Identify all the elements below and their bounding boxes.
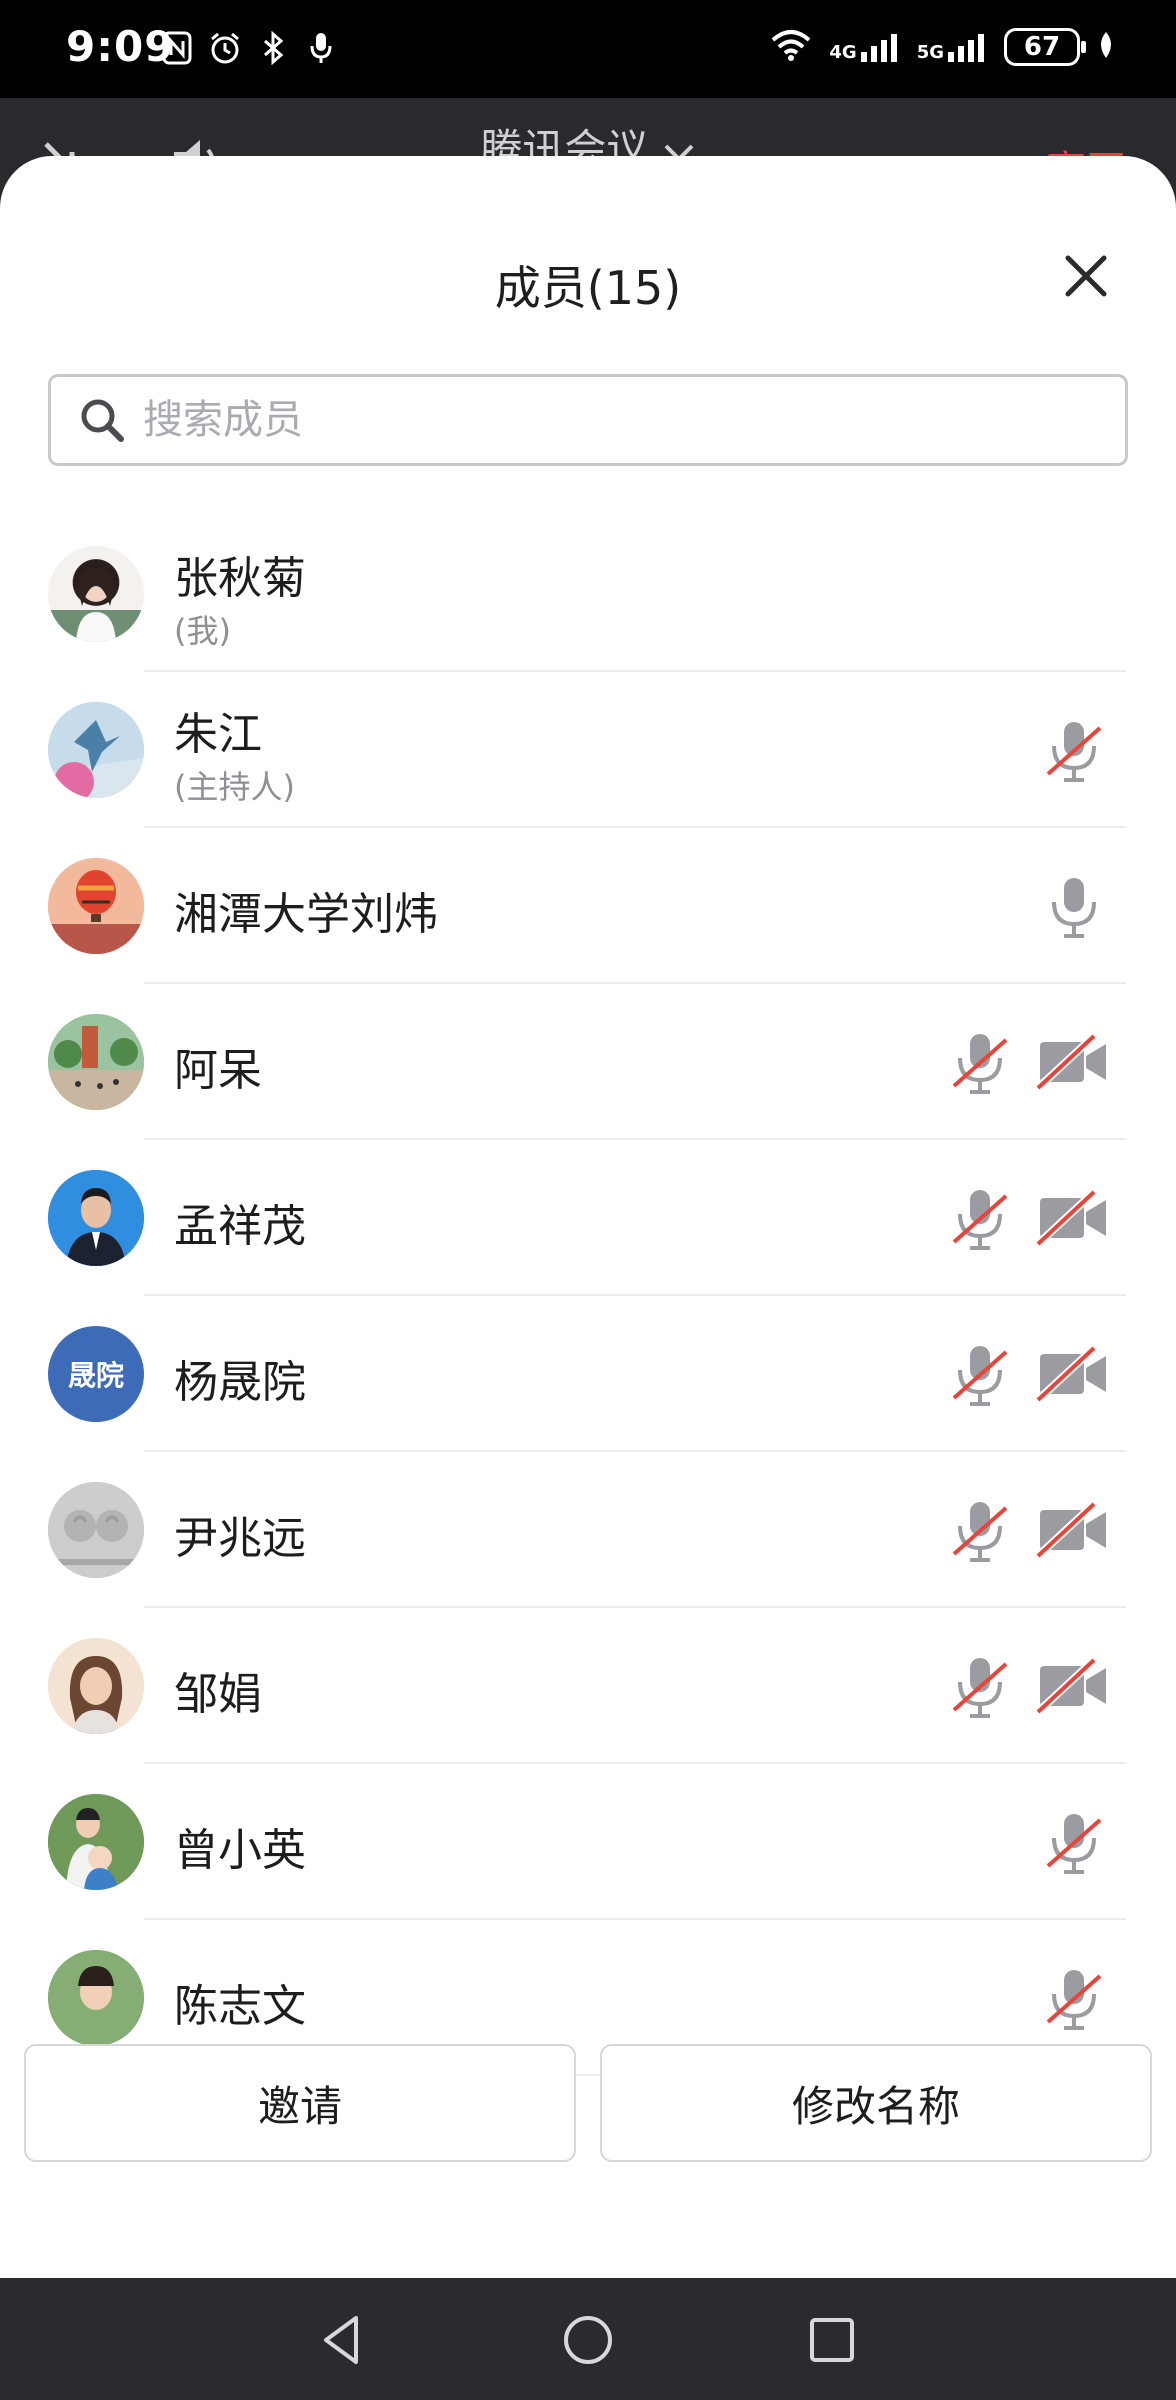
avatar [48,1794,144,1890]
member-row[interactable]: 邹娟 [0,1608,1176,1764]
avatar-initials: 晟院 [67,1359,124,1392]
mic-muted-icon[interactable] [948,1496,1012,1566]
mic-muted-icon[interactable] [948,1340,1012,1410]
mic-muted-icon[interactable] [948,1184,1012,1254]
member-row[interactable]: 晟院 杨晟院 [0,1296,1176,1452]
member-name: 张秋菊 [174,553,306,604]
recents-icon[interactable] [802,2310,862,2370]
camera-off-icon[interactable] [1036,1656,1110,1716]
member-row[interactable]: 曾小英 [0,1764,1176,1920]
camera-off-icon[interactable] [1036,1344,1110,1404]
member-row[interactable]: 阿呆 [0,984,1176,1140]
signal-4g-icon: 4G [829,32,900,62]
member-role: (主持人) [174,768,295,806]
mic-muted-icon[interactable] [1042,716,1106,786]
member-row[interactable]: 朱江 (主持人) [0,672,1176,828]
back-icon[interactable] [312,2310,372,2370]
close-icon [1065,255,1107,297]
status-bar: 9:09 4G 5G 67 [0,0,1176,98]
status-time: 9:09 [66,22,175,71]
search-box[interactable] [48,374,1128,466]
mic-muted-icon[interactable] [948,1028,1012,1098]
avatar [48,1170,144,1266]
close-button[interactable] [1056,246,1116,306]
member-name: 朱江 [174,709,262,760]
member-name: 孟祥茂 [174,1201,306,1252]
invite-button[interactable]: 邀请 [24,2044,576,2162]
mic-on-icon[interactable] [1042,872,1106,942]
member-role: (我) [174,612,231,650]
avatar [48,1950,144,2046]
camera-off-icon[interactable] [1036,1188,1110,1248]
microphone-status-icon [304,30,338,66]
home-icon[interactable] [558,2310,618,2370]
navigation-bar [0,2278,1176,2400]
rename-button[interactable]: 修改名称 [600,2044,1152,2162]
search-icon [81,399,124,442]
battery-icon: 67 [1004,28,1086,66]
member-name: 邹娟 [174,1669,262,1720]
member-name: 尹兆远 [174,1513,306,1564]
member-name: 曾小英 [174,1825,306,1876]
alarm-icon [208,30,242,66]
member-name: 杨晟院 [174,1357,306,1408]
members-sheet: 成员(15) 张秋菊 (我) 朱江 (主持人) [0,156,1176,2278]
camera-off-icon[interactable] [1036,1500,1110,1560]
sheet-title: 成员(15) [494,261,682,315]
mic-muted-icon[interactable] [948,1652,1012,1722]
avatar [48,1014,144,1110]
member-row[interactable]: 尹兆远 [0,1452,1176,1608]
avatar [48,1482,144,1578]
mic-muted-icon[interactable] [1042,1808,1106,1878]
avatar: 晟院 [48,1326,144,1422]
mic-muted-icon[interactable] [1042,1964,1106,2034]
nfc-icon [160,30,194,66]
avatar [48,1638,144,1734]
avatar [48,546,144,642]
search-input[interactable] [141,396,1045,444]
bluetooth-icon [256,30,290,66]
member-list[interactable]: 张秋菊 (我) 朱江 (主持人) 湘潭大学刘炜 阿呆 孟祥茂 晟院 杨晟院 尹兆… [0,516,1176,2152]
member-row[interactable]: 张秋菊 (我) [0,516,1176,672]
leaf-icon [1096,30,1116,64]
avatar [48,702,144,798]
member-row[interactable]: 孟祥茂 [0,1140,1176,1296]
member-row[interactable]: 湘潭大学刘炜 [0,828,1176,984]
avatar [48,858,144,954]
camera-off-icon[interactable] [1036,1032,1110,1092]
member-name: 陈志文 [174,1981,306,2032]
member-name: 阿呆 [174,1045,262,1096]
member-name: 湘潭大学刘炜 [174,889,438,940]
signal-5g-icon: 5G [917,32,988,62]
wifi-icon [769,28,813,66]
footer-actions: 邀请 修改名称 [0,2044,1176,2194]
